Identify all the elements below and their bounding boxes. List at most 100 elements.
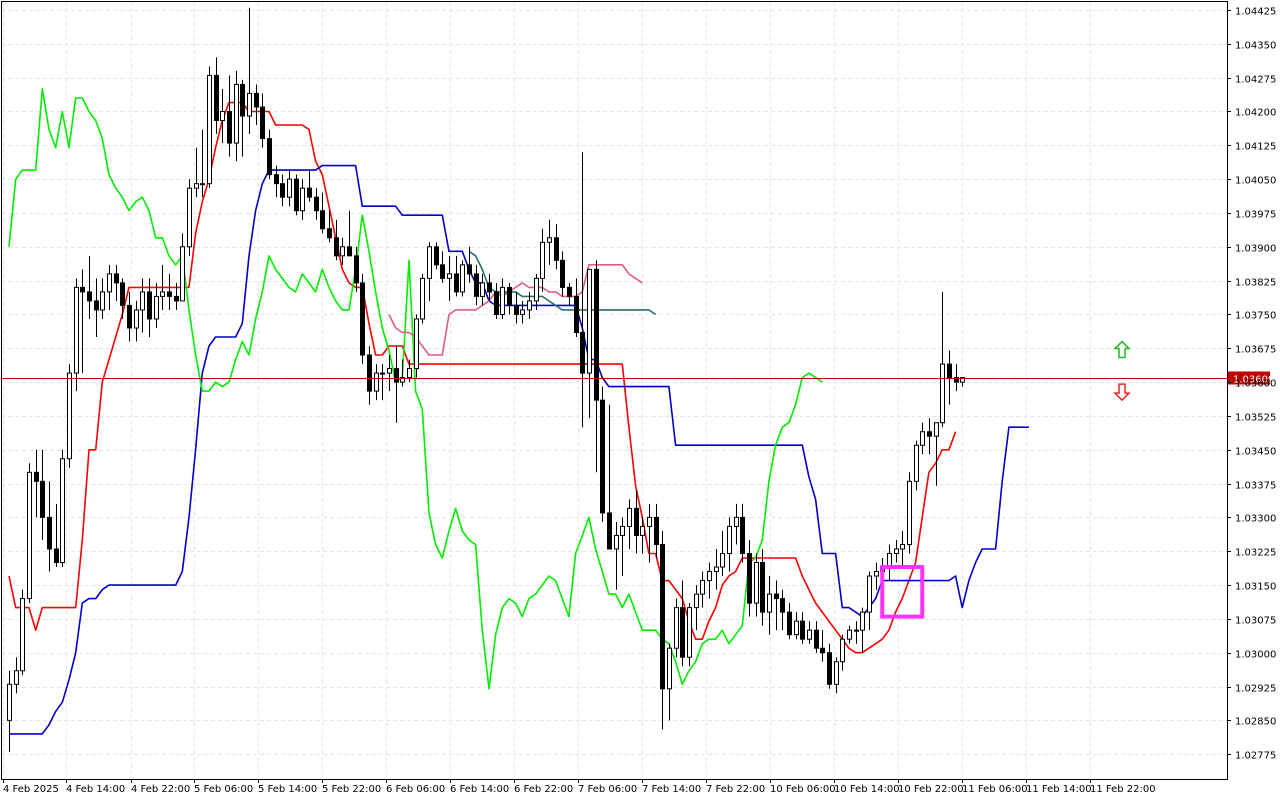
candle-body <box>514 304 519 315</box>
y-tick-label: 1.03300 <box>1235 514 1276 525</box>
candle <box>620 517 625 577</box>
candle-body <box>820 647 825 654</box>
candle-body <box>747 552 752 604</box>
candle <box>434 242 439 270</box>
candle-body <box>807 629 812 640</box>
candle <box>574 278 579 338</box>
candle <box>840 634 845 671</box>
candle-body <box>374 372 379 392</box>
candle <box>140 278 145 333</box>
candle <box>47 481 52 572</box>
candle-body <box>660 543 665 690</box>
candle <box>654 503 659 559</box>
candle-body <box>154 295 159 320</box>
y-tick-label: 1.04425 <box>1235 7 1276 18</box>
candle-body <box>780 598 785 613</box>
price-chart[interactable]: 1.03609 1.044251.043501.042751.042001.04… <box>0 0 1280 800</box>
candle-body <box>27 471 32 600</box>
candle-body <box>734 516 739 527</box>
candle-body <box>187 187 192 248</box>
y-tick-label: 1.04350 <box>1235 41 1276 52</box>
candle-body <box>620 525 625 536</box>
candle <box>474 264 479 306</box>
candle-body <box>60 458 65 564</box>
chart-frame <box>1 1 1228 780</box>
candle-body <box>74 286 79 374</box>
candle-body <box>494 291 499 315</box>
candle-body <box>527 300 532 311</box>
candle-body <box>300 187 305 212</box>
candle-body <box>520 309 525 315</box>
chart-panel[interactable]: 1.03609 1.04425 1.04350 1.04275 1.04200 1.04… <box>0 0 1280 800</box>
grid-lines <box>1 1 1227 779</box>
candle-body <box>894 548 899 554</box>
candle-body <box>280 183 285 198</box>
candle <box>907 472 912 554</box>
candle-body <box>327 228 332 239</box>
candle <box>787 603 792 640</box>
series-chikou <box>8 88 823 690</box>
candle-body <box>907 480 912 545</box>
candle <box>540 228 545 292</box>
candle <box>954 364 959 392</box>
candle-body <box>934 422 939 437</box>
candle <box>854 621 859 644</box>
candle <box>680 580 685 667</box>
candle-body <box>387 368 392 374</box>
candle <box>814 621 819 653</box>
candle <box>934 422 939 486</box>
candle-body <box>607 512 612 550</box>
y-tick-label: 1.03675 <box>1235 345 1276 356</box>
indicator-lines <box>8 88 1029 735</box>
candle <box>134 300 139 342</box>
x-tick-label: 4 Feb 14:00 <box>66 784 125 795</box>
candle <box>214 57 219 135</box>
candle-body <box>700 580 705 595</box>
candle-body <box>540 241 545 279</box>
candle <box>334 219 339 261</box>
candle <box>740 503 745 563</box>
candle <box>900 530 905 568</box>
candle-body <box>667 647 672 690</box>
candle-body <box>120 282 125 306</box>
candle-body <box>447 273 452 279</box>
candle-body <box>194 183 199 189</box>
y-tick-label: 1.02925 <box>1235 684 1276 695</box>
candle <box>727 517 732 572</box>
y-tick-label: 1.03450 <box>1235 447 1276 458</box>
candle <box>507 282 512 315</box>
candle-body <box>767 593 772 613</box>
x-tick-label: 4 Feb 22:00 <box>131 784 190 795</box>
candle-body <box>754 562 759 604</box>
candle <box>67 364 72 468</box>
candle-body <box>567 286 572 297</box>
candle <box>480 273 485 306</box>
candle-body <box>267 138 272 176</box>
candle-body <box>467 264 472 275</box>
plot-border <box>1 1 1228 780</box>
candle <box>87 255 92 319</box>
candle-body <box>34 471 39 482</box>
candle <box>827 643 832 689</box>
candle-body <box>260 106 265 140</box>
candle-body <box>560 259 565 288</box>
candle-body <box>707 571 712 582</box>
candle <box>800 612 805 644</box>
x-tick-label: 11 Feb 14:00 <box>1026 784 1092 795</box>
candle-body <box>834 661 839 685</box>
candle <box>454 255 459 297</box>
candle-body <box>274 174 279 185</box>
candle-body <box>580 331 585 374</box>
candle-body <box>480 282 485 297</box>
x-tick-label: 5 Feb 06:00 <box>194 784 253 795</box>
candles <box>7 7 965 752</box>
candle-body <box>687 607 692 658</box>
candle <box>860 607 865 653</box>
candle-body <box>334 237 339 257</box>
candle-body <box>674 607 679 649</box>
candle-body <box>914 444 919 482</box>
candle <box>260 93 265 148</box>
candle-body <box>714 566 719 573</box>
candle <box>200 129 205 198</box>
candle <box>494 282 499 319</box>
